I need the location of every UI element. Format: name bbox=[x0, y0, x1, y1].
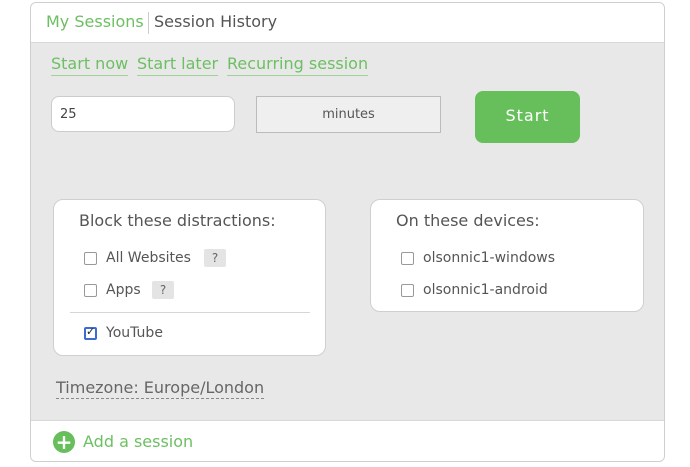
all-websites-help-icon[interactable]: ? bbox=[204, 249, 226, 267]
timezone-link[interactable]: Timezone: Europe/London bbox=[56, 379, 265, 399]
windows-device-checkbox[interactable] bbox=[401, 252, 414, 265]
recurring-session-link[interactable]: Recurring session bbox=[227, 55, 369, 76]
footer-bar: + Add a session bbox=[31, 420, 664, 461]
all-websites-label: All Websites bbox=[106, 250, 191, 266]
tab-separator bbox=[148, 12, 149, 34]
apps-label: Apps bbox=[106, 282, 141, 298]
tab-session-history[interactable]: Session History bbox=[154, 12, 277, 31]
devices-card: On these devices: olsonnic1-windows olso… bbox=[370, 199, 644, 312]
android-device-checkbox[interactable] bbox=[401, 284, 414, 297]
block-distractions-card: Block these distractions: All Websites ?… bbox=[53, 199, 326, 356]
options-divider bbox=[70, 312, 310, 313]
youtube-label: YouTube bbox=[106, 325, 163, 341]
block-distractions-title: Block these distractions: bbox=[79, 211, 276, 230]
android-device-label: olsonnic1-android bbox=[423, 282, 548, 298]
sessions-panel: My Sessions Session History Start now St… bbox=[30, 2, 665, 462]
duration-unit-select[interactable]: minutes bbox=[256, 96, 441, 133]
duration-input[interactable] bbox=[51, 96, 235, 132]
apps-help-icon[interactable]: ? bbox=[152, 281, 174, 299]
windows-device-label: olsonnic1-windows bbox=[423, 250, 556, 266]
all-websites-checkbox[interactable] bbox=[84, 252, 97, 265]
start-later-link[interactable]: Start later bbox=[137, 55, 219, 76]
tab-my-sessions[interactable]: My Sessions bbox=[46, 12, 144, 31]
tab-bar: My Sessions Session History bbox=[31, 3, 664, 43]
apps-checkbox[interactable] bbox=[84, 284, 97, 297]
devices-title: On these devices: bbox=[396, 211, 540, 230]
start-button[interactable]: Start bbox=[475, 91, 580, 143]
add-circle-icon[interactable]: + bbox=[53, 431, 75, 453]
youtube-checkbox[interactable] bbox=[84, 325, 97, 340]
add-session-link[interactable]: Add a session bbox=[83, 432, 193, 451]
start-now-link[interactable]: Start now bbox=[51, 55, 129, 76]
